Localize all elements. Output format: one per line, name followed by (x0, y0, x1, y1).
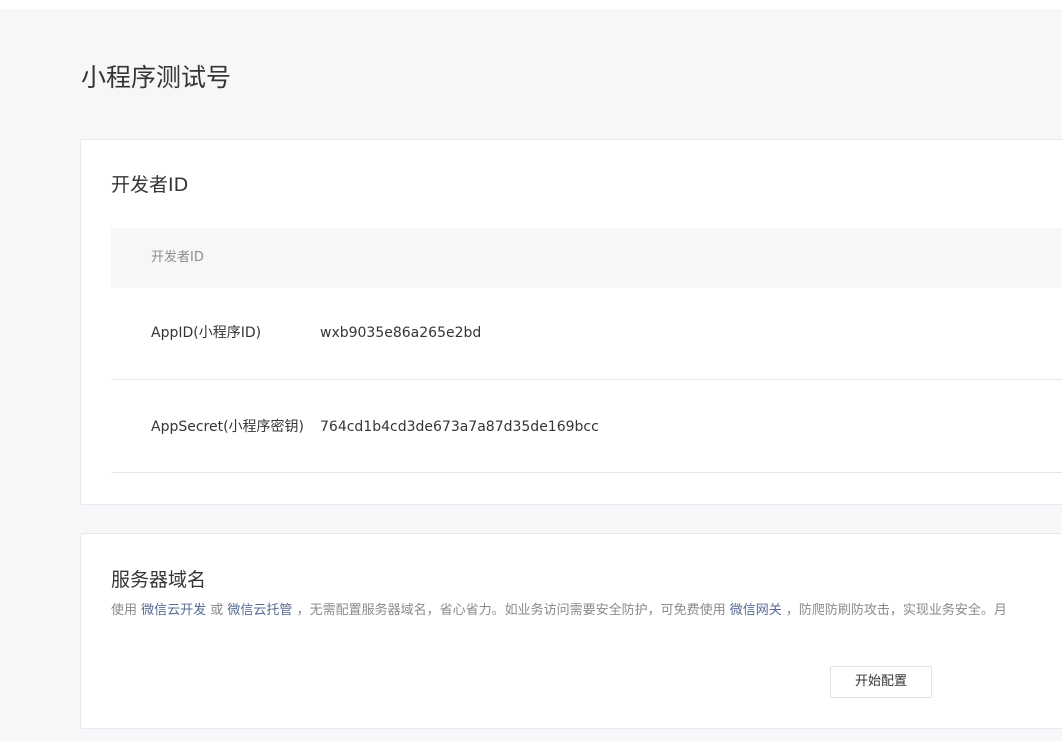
appid-value[interactable]: wxb9035e86a265e2bd (320, 323, 481, 343)
start-config-button[interactable]: 开始配置 (830, 666, 932, 698)
table-row-appsecret: AppSecret(小程序密钥) 764cd1b4cd3de673a7a87d3… (111, 381, 1062, 473)
cloud-hosting-link[interactable]: 微信云托管 (227, 603, 292, 618)
desc-text-2: 或 (206, 603, 228, 618)
desc-text-3: ，无需配置服务器域名，省心省力。如业务访问需要安全防护，可免费使用 (292, 603, 730, 618)
developer-id-section-title: 开发者ID (111, 174, 189, 196)
appid-label: AppID(小程序ID) (151, 325, 262, 341)
appsecret-value[interactable]: 764cd1b4cd3de673a7a87d35de169bcc (320, 417, 599, 437)
desc-text-4: ，防爬防刷防攻击，实现业务安全。 (781, 603, 994, 618)
wechat-gateway-link[interactable]: 微信网关 (730, 603, 782, 618)
appsecret-label: AppSecret(小程序密钥) (151, 419, 305, 435)
developer-id-card: 开发者ID 开发者ID AppID(小程序ID) wxb9035e86a265e… (80, 139, 1062, 505)
desc-text-cut: 月 (993, 603, 1007, 618)
cloud-dev-link[interactable]: 微信云开发 (141, 603, 206, 618)
table-row-appid: AppID(小程序ID) wxb9035e86a265e2bd (111, 288, 1062, 380)
server-domain-section-title: 服务器域名 (111, 569, 207, 591)
server-domain-card: 服务器域名 使用 微信云开发 或 微信云托管 ，无需配置服务器域名，省心省力。如… (80, 533, 1062, 729)
desc-text-1: 使用 (111, 603, 142, 618)
page-title: 小程序测试号 (81, 63, 232, 92)
server-domain-description: 使用 微信云开发 或 微信云托管 ，无需配置服务器域名，省心省力。如业务访问需要… (111, 602, 1062, 620)
developer-id-header-label: 开发者ID (151, 250, 204, 265)
developer-id-table-header: 开发者ID (111, 228, 1062, 288)
